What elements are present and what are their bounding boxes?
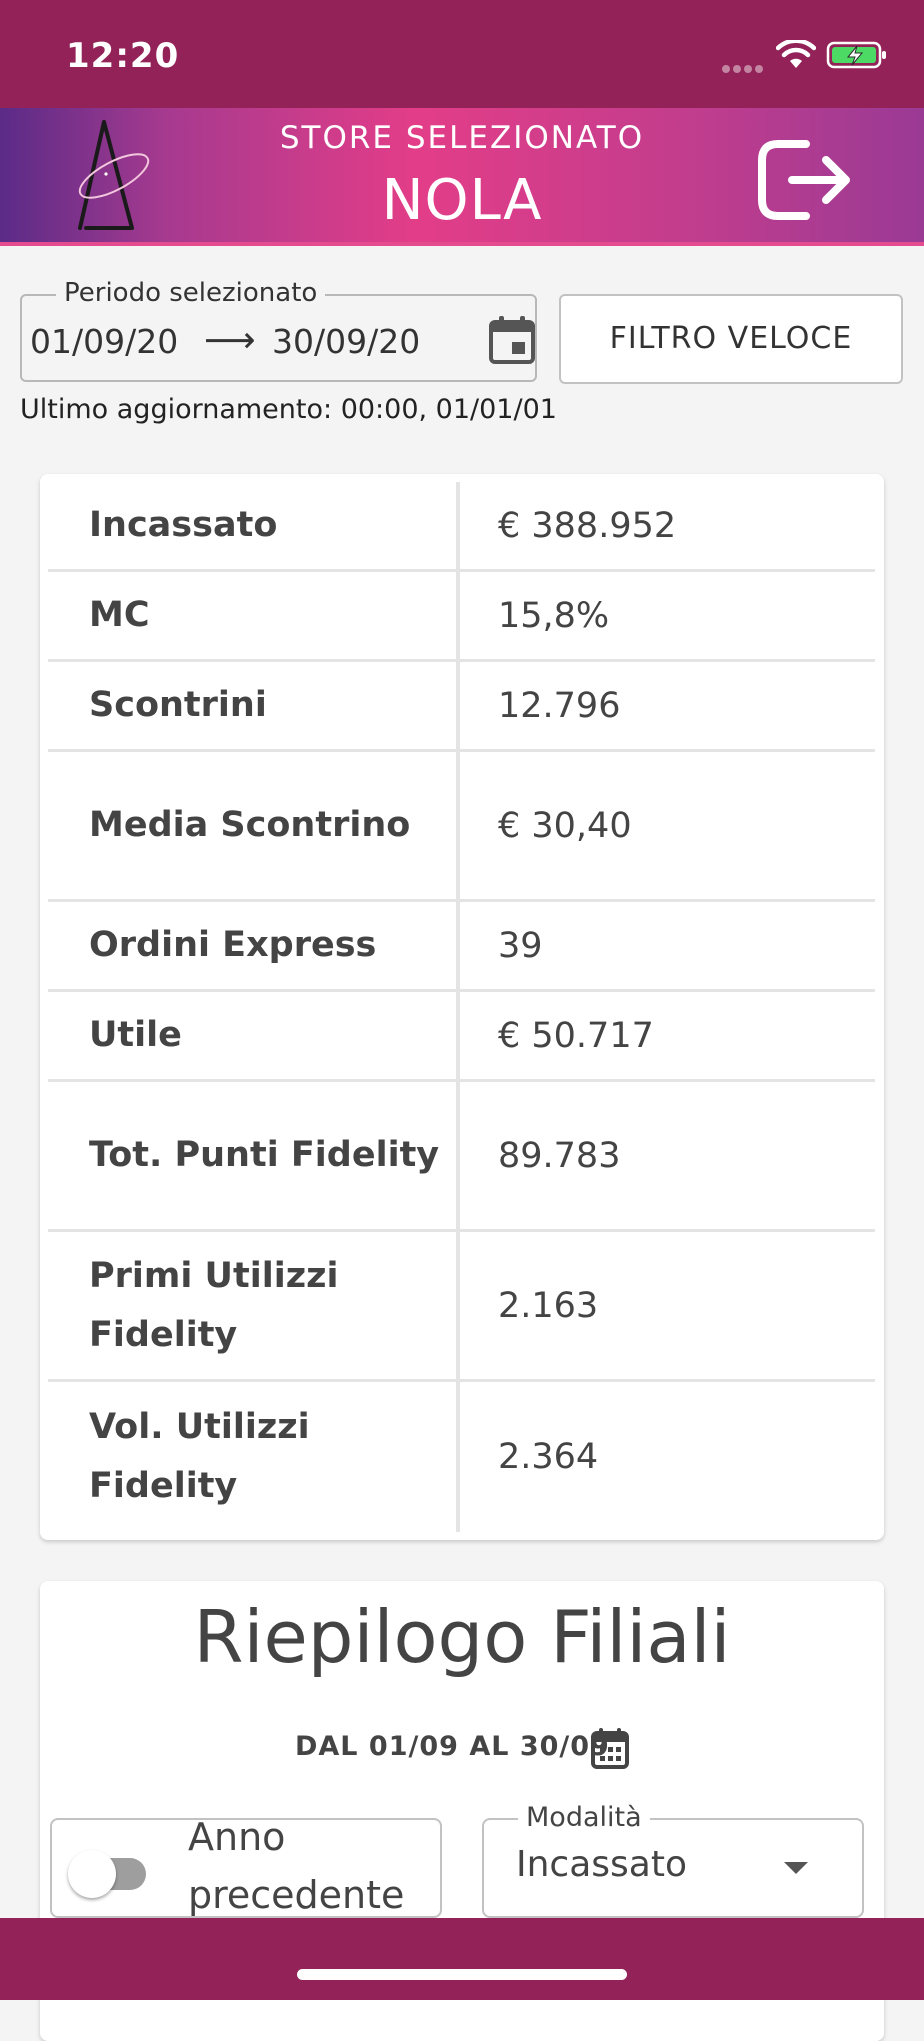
kpi-label: Tot. Punti Fidelity: [48, 1082, 460, 1229]
kpi-label: Incassato: [48, 482, 460, 569]
logout-icon[interactable]: [754, 130, 858, 230]
kpi-label: Media Scontrino: [48, 752, 460, 899]
table-row: Vol. Utilizzi Fidelity 2.364: [48, 1382, 875, 1532]
home-indicator[interactable]: [297, 1969, 627, 1980]
kpi-label: Utile: [48, 992, 460, 1079]
table-row: Scontrini 12.796: [48, 662, 875, 752]
mode-value[interactable]: Incassato: [516, 1844, 687, 1885]
table-row: Media Scontrino € 30,40: [48, 752, 875, 902]
last-update-text: Ultimo aggiornamento: 00:00, 01/01/01: [20, 394, 557, 425]
kpi-card: Incassato € 388.952 MC 15,8% Scontrini 1…: [40, 474, 884, 1540]
mode-select[interactable]: Modalità Incassato: [482, 1802, 864, 1918]
kpi-value: 2.163: [498, 1285, 599, 1326]
calendar-icon[interactable]: [488, 314, 536, 366]
kpi-label: Scontrini: [48, 662, 460, 749]
table-row: Primi Utilizzi Fidelity 2.163: [48, 1232, 875, 1382]
kpi-value: 2.364: [498, 1437, 599, 1477]
previous-year-label: Anno precedente: [188, 1818, 405, 1917]
kpi-table: Incassato € 388.952 MC 15,8% Scontrini 1…: [48, 482, 875, 1532]
mode-legend: Modalità: [518, 1802, 650, 1833]
kpi-label: Vol. Utilizzi Fidelity: [48, 1382, 460, 1532]
kpi-value: 15,8%: [498, 595, 610, 636]
store-header: STORE SELEZIONATO NOLA: [0, 108, 924, 246]
battery-charging-icon: [826, 41, 886, 69]
bottom-bar: [0, 1918, 924, 2000]
period-arrow: ⟶: [204, 320, 256, 361]
previous-year-toggle-field[interactable]: Anno precedente: [50, 1818, 442, 1918]
summary-title: Riepilogo Filiali: [193, 1595, 731, 1679]
kpi-value: 89.783: [498, 1135, 621, 1176]
kpi-label: Primi Utilizzi Fidelity: [48, 1232, 460, 1379]
calendar-grid-icon[interactable]: [591, 1727, 629, 1769]
kpi-value: € 50.717: [498, 1015, 654, 1056]
status-time: 12:20: [66, 36, 180, 76]
kpi-value: € 388.952: [498, 505, 677, 546]
cellular-signal-icon: [722, 58, 766, 77]
table-row: Ordini Express 39: [48, 902, 875, 992]
quick-filter-button[interactable]: FILTRO VELOCE: [559, 294, 903, 384]
table-row: MC 15,8%: [48, 572, 875, 662]
summary-date-range: DAL 01/09 AL 30/09: [295, 1731, 610, 1762]
kpi-value: 39: [498, 925, 543, 966]
period-date-range-field[interactable]: Periodo selezionato 01/09/20 ⟶ 30/09/20: [20, 278, 537, 382]
kpi-value: 12.796: [498, 685, 621, 726]
period-start-date[interactable]: 01/09/20: [30, 322, 208, 361]
table-row: Utile € 50.717: [48, 992, 875, 1082]
period-legend: Periodo selezionato: [56, 278, 326, 308]
wifi-icon: [776, 40, 816, 68]
status-bar: 12:20: [0, 0, 924, 108]
kpi-value: € 30,40: [498, 805, 632, 846]
kpi-label: Ordini Express: [48, 902, 460, 989]
dropdown-arrow-icon[interactable]: [784, 1862, 808, 1874]
period-end-date[interactable]: 30/09/20: [272, 322, 432, 361]
previous-year-toggle-thumb[interactable]: [68, 1850, 116, 1898]
table-row: Incassato € 388.952: [48, 482, 875, 572]
table-row: Tot. Punti Fidelity 89.783: [48, 1082, 875, 1232]
kpi-label: MC: [48, 572, 460, 659]
